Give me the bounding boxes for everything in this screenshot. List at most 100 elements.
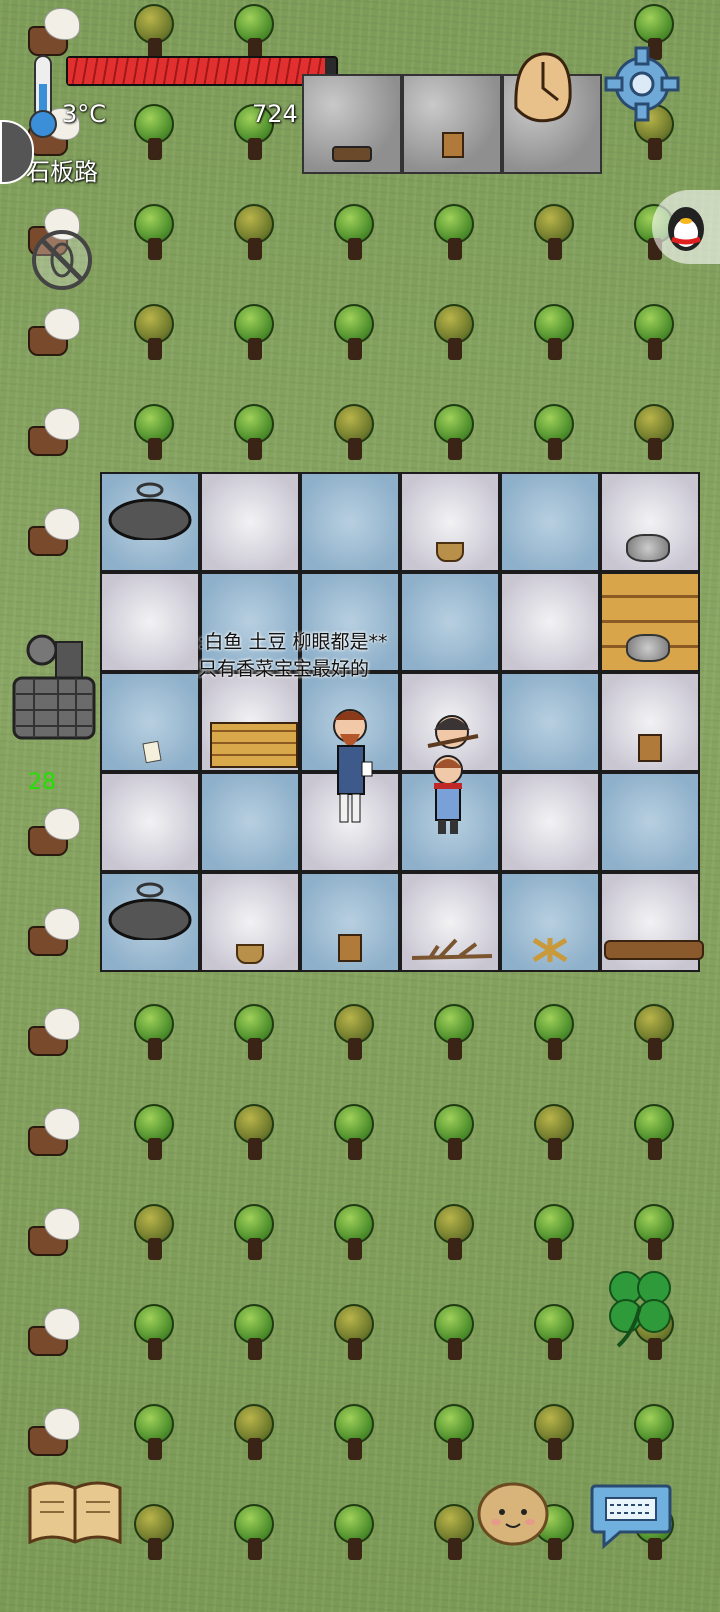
tree-stump[interactable] [10, 1206, 90, 1256]
tree[interactable] [120, 1004, 190, 1064]
tree-stump[interactable] [10, 1106, 90, 1156]
tree[interactable] [420, 204, 490, 264]
tree-stump[interactable] [10, 906, 90, 956]
tree[interactable] [520, 1004, 590, 1064]
gear-icon[interactable] [602, 44, 682, 124]
floor-tile-blue[interactable] [500, 472, 600, 572]
basket[interactable] [436, 542, 464, 562]
four-leaf-clover-icon[interactable] [600, 1262, 680, 1348]
tree[interactable] [220, 1004, 290, 1064]
floor-tile-white[interactable] [500, 772, 600, 872]
tree[interactable] [220, 1204, 290, 1264]
tree[interactable] [520, 1204, 590, 1264]
tree-stump[interactable] [10, 806, 90, 856]
tree[interactable] [120, 1204, 190, 1264]
tree[interactable] [320, 304, 390, 364]
floor-tile-blue[interactable] [600, 772, 700, 872]
tree[interactable] [320, 1004, 390, 1064]
npc-dark-hair[interactable] [426, 706, 480, 756]
tree[interactable] [320, 1204, 390, 1264]
bucket[interactable] [638, 734, 662, 762]
tree[interactable] [420, 1004, 490, 1064]
tree[interactable] [120, 1504, 190, 1564]
tree[interactable] [220, 1104, 290, 1164]
straw-bundle[interactable] [530, 936, 570, 964]
tree[interactable] [320, 1504, 390, 1564]
game-map[interactable]: :白鱼 土豆 柳眼都是** 只有香菜宝宝最好的 3°C 石板路 724 28 [0, 0, 720, 1612]
tree-stump[interactable] [10, 6, 90, 56]
tree[interactable] [420, 1204, 490, 1264]
stone-well[interactable] [10, 628, 96, 740]
tree[interactable] [420, 1404, 490, 1464]
tree[interactable] [220, 1404, 290, 1464]
tree[interactable] [620, 1104, 690, 1164]
tree[interactable] [620, 404, 690, 464]
tree[interactable] [420, 304, 490, 364]
paper-note[interactable] [142, 740, 162, 764]
tree[interactable] [220, 204, 290, 264]
floor-tile-white[interactable] [200, 472, 300, 572]
tree-stump[interactable] [10, 506, 90, 556]
keyboard-icon[interactable] [590, 1478, 672, 1550]
tree-stump[interactable] [10, 1406, 90, 1456]
wooden-crate[interactable] [210, 722, 298, 768]
melted-clock-icon[interactable] [510, 48, 576, 124]
floor-tile-blue[interactable] [500, 672, 600, 772]
tree-stump[interactable] [10, 1006, 90, 1056]
tree[interactable] [520, 1404, 590, 1464]
tree[interactable] [120, 204, 190, 264]
stone-pile-upper[interactable] [106, 480, 194, 542]
tree-stump[interactable] [10, 306, 90, 356]
qq-penguin-icon[interactable] [652, 190, 720, 264]
tree[interactable] [220, 404, 290, 464]
tree-stump[interactable] [10, 406, 90, 456]
tree[interactable] [620, 1204, 690, 1264]
tree[interactable] [120, 4, 190, 64]
stone-pile-lower[interactable] [106, 880, 194, 942]
floor-tile-blue[interactable] [200, 772, 300, 872]
rock-pile[interactable] [626, 634, 670, 662]
book-icon[interactable] [26, 1478, 124, 1548]
tree[interactable] [520, 1104, 590, 1164]
tree[interactable] [520, 204, 590, 264]
log[interactable] [604, 940, 704, 960]
tree[interactable] [320, 1104, 390, 1164]
tree[interactable] [120, 1104, 190, 1164]
tree[interactable] [120, 304, 190, 364]
floor-tile-blue[interactable] [400, 572, 500, 672]
tree[interactable] [220, 1504, 290, 1564]
tree[interactable] [320, 404, 390, 464]
floor-tile-white[interactable] [100, 572, 200, 672]
tree[interactable] [120, 404, 190, 464]
tree[interactable] [520, 404, 590, 464]
tree[interactable] [620, 304, 690, 364]
tree[interactable] [620, 1404, 690, 1464]
rock-pile[interactable] [626, 534, 670, 562]
tree[interactable] [320, 1304, 390, 1364]
floor-tile-blue[interactable] [300, 472, 400, 572]
no-bug-icon[interactable] [30, 228, 94, 292]
tree-stump[interactable] [10, 1306, 90, 1356]
potato-face-icon[interactable] [476, 1478, 550, 1548]
tree[interactable] [520, 1304, 590, 1364]
branches[interactable] [410, 936, 494, 964]
floor-tile-white[interactable] [500, 572, 600, 672]
tree[interactable] [420, 404, 490, 464]
bucket[interactable] [338, 934, 362, 962]
floor-tile-white[interactable] [100, 772, 200, 872]
tree[interactable] [420, 1304, 490, 1364]
tree[interactable] [420, 1104, 490, 1164]
tree[interactable] [120, 1304, 190, 1364]
tree[interactable] [220, 4, 290, 64]
tree[interactable] [620, 1004, 690, 1064]
tree[interactable] [120, 1404, 190, 1464]
tree[interactable] [220, 304, 290, 364]
tree[interactable] [320, 1404, 390, 1464]
basket[interactable] [236, 944, 264, 964]
npc-child[interactable] [426, 750, 470, 842]
tree[interactable] [320, 204, 390, 264]
tree[interactable] [120, 104, 190, 164]
tree[interactable] [220, 1304, 290, 1364]
player-character-bearded[interactable] [326, 702, 380, 832]
tree[interactable] [520, 304, 590, 364]
